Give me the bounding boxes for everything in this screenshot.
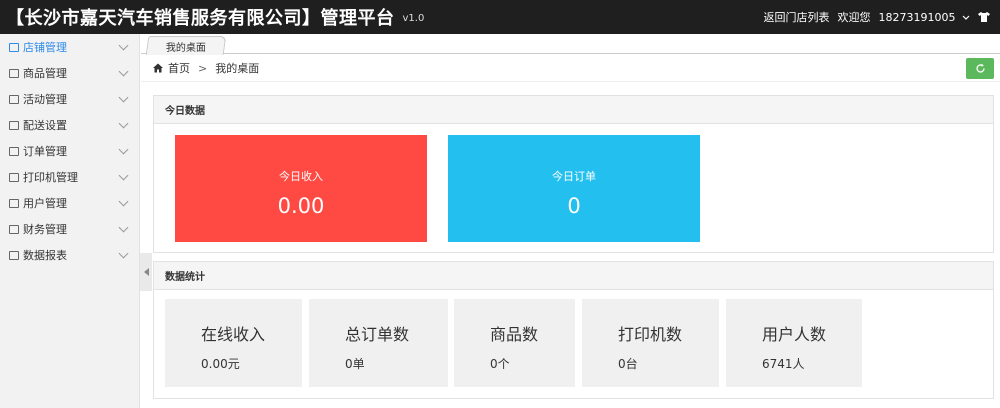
chevron-down-icon <box>118 92 129 103</box>
sidebar-item-label: 商品管理 <box>23 67 67 80</box>
sidebar-item-label: 用户管理 <box>23 197 67 210</box>
sidebar: 店铺管理 商品管理 活动管理 配送设置 订单管理 打印机管理 用户管理 财务管理 <box>0 34 140 408</box>
app-title: 【长沙市嘉天汽车销售服务有限公司】管理平台 <box>6 8 395 29</box>
stat-card-users: 用户人数 6741人 <box>726 299 862 387</box>
stat-label: 商品数 <box>490 325 539 344</box>
home-icon <box>153 63 163 73</box>
sidebar-item-reports[interactable]: 数据报表 <box>0 242 139 268</box>
goods-icon <box>9 68 19 78</box>
today-data-panel: 今日数据 今日收入 0.00 今日订单 0 <box>153 95 994 253</box>
stat-label: 总订单数 <box>345 325 410 344</box>
sidebar-item-printer[interactable]: 打印机管理 <box>0 164 139 190</box>
chevron-down-icon <box>118 248 129 259</box>
stat-value: 0.00元 <box>201 357 240 371</box>
sidebar-item-users[interactable]: 用户管理 <box>0 190 139 216</box>
stat-card-online-income: 在线收入 0.00元 <box>165 299 302 387</box>
refresh-icon <box>975 63 985 73</box>
tab-label: 我的桌面 <box>165 42 206 54</box>
stat-label: 在线收入 <box>201 325 266 344</box>
top-header: 【长沙市嘉天汽车销售服务有限公司】管理平台 v1.0 返回门店列表 欢迎您 18… <box>0 0 1000 34</box>
sidebar-item-label: 配送设置 <box>23 119 67 132</box>
sidebar-item-activity[interactable]: 活动管理 <box>0 86 139 112</box>
sidebar-item-label: 数据报表 <box>23 249 67 262</box>
sidebar-item-label: 订单管理 <box>23 145 67 158</box>
today-income-tile: 今日收入 0.00 <box>175 135 427 242</box>
stat-card-printers: 打印机数 0台 <box>582 299 719 387</box>
sidebar-item-store[interactable]: 店铺管理 <box>0 34 139 60</box>
welcome-text: 欢迎您 <box>837 11 871 24</box>
panel-title: 今日数据 <box>154 96 993 124</box>
today-orders-tile: 今日订单 0 <box>448 135 700 242</box>
today-income-label: 今日收入 <box>279 170 323 183</box>
sidebar-item-goods[interactable]: 商品管理 <box>0 60 139 86</box>
stat-value: 6741人 <box>762 357 805 371</box>
today-orders-label: 今日订单 <box>552 170 596 183</box>
chevron-down-icon <box>118 196 129 207</box>
skin-icon[interactable] <box>978 12 990 22</box>
breadcrumb-current: 我的桌面 <box>215 62 260 75</box>
stat-label: 用户人数 <box>762 325 827 344</box>
back-to-stores-link[interactable]: 返回门店列表 <box>764 9 830 25</box>
stat-value: 0台 <box>618 357 638 371</box>
sidebar-item-label: 打印机管理 <box>23 171 78 184</box>
chevron-down-icon <box>118 40 129 51</box>
sidebar-item-orders[interactable]: 订单管理 <box>0 138 139 164</box>
stat-value: 0单 <box>345 357 365 371</box>
chevron-down-icon <box>962 15 970 20</box>
user-menu[interactable]: 18273191005 <box>879 11 970 24</box>
tab-my-desktop[interactable]: 我的桌面 <box>145 36 227 55</box>
breadcrumb-home[interactable]: 首页 <box>168 60 190 76</box>
chart-icon <box>9 250 19 260</box>
chevron-down-icon <box>118 66 129 77</box>
order-icon <box>9 146 19 156</box>
chevron-down-icon <box>118 170 129 181</box>
chevron-down-icon <box>118 222 129 233</box>
header-actions: 返回门店列表 欢迎您 18273191005 <box>764 0 990 34</box>
tab-strip: 我的桌面 <box>141 34 1000 55</box>
stat-value: 0个 <box>490 357 510 371</box>
user-icon <box>9 198 19 208</box>
sidebar-item-delivery[interactable]: 配送设置 <box>0 112 139 138</box>
breadcrumb-separator: > <box>198 61 208 75</box>
activity-icon <box>9 94 19 104</box>
sidebar-item-label: 财务管理 <box>23 223 67 236</box>
sidebar-item-finance[interactable]: 财务管理 <box>0 216 139 242</box>
sidebar-item-label: 店铺管理 <box>23 41 67 54</box>
store-icon <box>9 42 19 52</box>
chevron-left-icon <box>143 268 149 276</box>
finance-icon <box>9 224 19 234</box>
data-stats-panel: 数据统计 在线收入 0.00元 总订单数 0单 商品数 0个 打印机数 0台 用… <box>153 261 994 399</box>
sidebar-item-label: 活动管理 <box>23 93 67 106</box>
version-label: v1.0 <box>402 12 425 24</box>
refresh-button[interactable] <box>966 58 994 79</box>
printer-icon <box>9 172 19 182</box>
today-orders-value: 0 <box>567 194 581 218</box>
panel-title: 数据统计 <box>154 262 993 290</box>
chevron-down-icon <box>118 144 129 155</box>
sidebar-collapse-handle[interactable] <box>140 253 152 291</box>
stat-card-total-orders: 总订单数 0单 <box>309 299 448 387</box>
username: 18273191005 <box>878 10 956 24</box>
stat-card-goods: 商品数 0个 <box>454 299 575 387</box>
chevron-down-icon <box>118 118 129 129</box>
breadcrumb: 首页 > 我的桌面 <box>141 55 1000 82</box>
truck-icon <box>9 120 19 130</box>
stat-label: 打印机数 <box>618 325 683 344</box>
today-income-value: 0.00 <box>277 194 325 218</box>
